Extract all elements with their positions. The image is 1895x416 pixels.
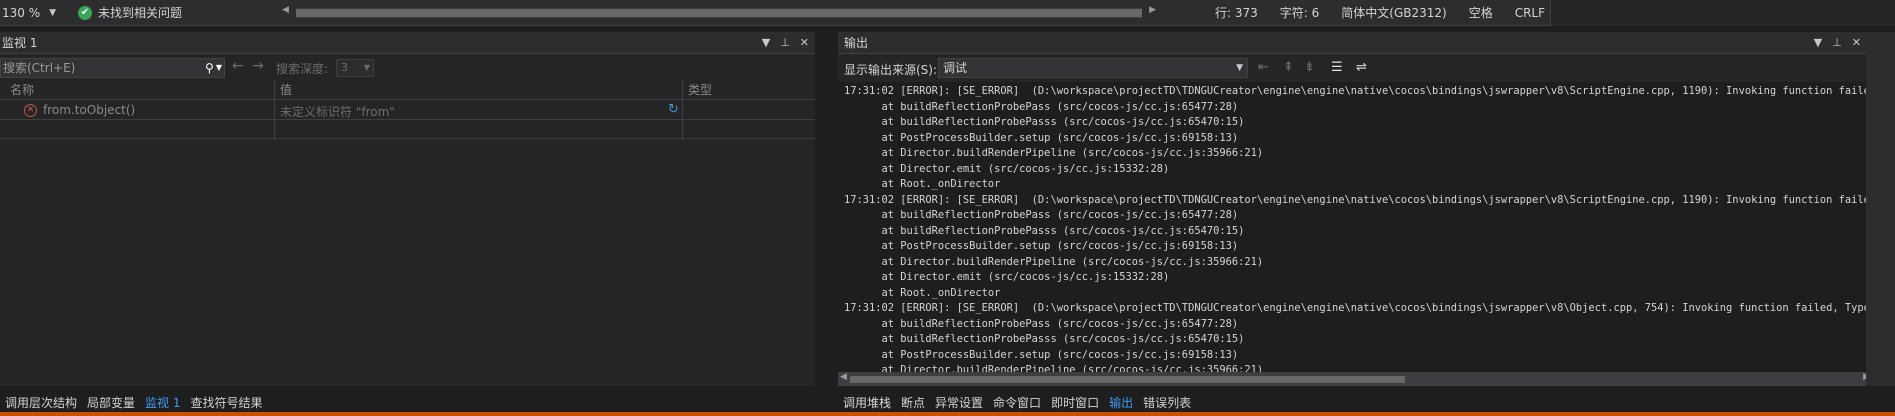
goto-next-message-icon[interactable]: ⇟	[1304, 60, 1315, 75]
chevron-down-icon[interactable]: ▼	[216, 59, 222, 77]
cursor-status: 行: 373 字符: 6 简体中文(GB2312) 空格 CRLF	[1215, 3, 1545, 23]
search-depth-value: 3	[341, 61, 348, 74]
search-depth-label: 搜索深度:	[276, 62, 329, 76]
tab-error-list[interactable]: 错误列表	[1138, 393, 1196, 413]
column-header-type[interactable]: 类型	[688, 80, 712, 100]
pin-icon[interactable]: ⊥	[780, 32, 790, 54]
output-source-value: 调试	[943, 61, 968, 75]
output-line: at buildReflectionProbePasss (src/cocos-…	[844, 224, 1245, 237]
grid-header: 名称 值 类型	[0, 80, 815, 100]
output-line: 17:31:02 [ERROR]: [SE_ERROR] (D:\workspa…	[844, 302, 1872, 314]
close-icon[interactable]: ✕	[800, 32, 809, 54]
editor-horizontal-scrollbar[interactable]: ◀ ▶	[282, 5, 1156, 18]
output-line: at Director.emit (src/cocos-js/cc.js:153…	[844, 271, 1170, 283]
output-line: at Director.buildRenderPipeline (src/coc…	[844, 364, 1264, 372]
output-line: 17:31:02 [ERROR]: [SE_ERROR] (D:\workspa…	[844, 85, 1872, 97]
output-line: 17:31:02 [ERROR]: [SE_ERROR] (D:\workspa…	[844, 193, 1872, 206]
panel-menu-icon[interactable]: ▼	[1814, 32, 1822, 54]
scroll-left-icon[interactable]: ◀	[282, 5, 289, 15]
output-line: at Director.buildRenderPipeline (src/coc…	[844, 255, 1264, 268]
tab-output[interactable]: 输出	[1104, 393, 1139, 413]
output-line: at buildReflectionProbePass (src/cocos-j…	[844, 209, 1239, 221]
output-line: at buildReflectionProbePasss (src/cocos-…	[844, 333, 1245, 345]
watch-row-empty[interactable]	[0, 120, 815, 139]
goto-previous-icon[interactable]: ⇤	[1258, 60, 1269, 75]
whitespace-mode[interactable]: 空格	[1469, 3, 1493, 23]
output-line: at PostProcessBuilder.setup (src/cocos-j…	[844, 240, 1239, 252]
tab-call-stack[interactable]: 调用堆栈	[838, 393, 896, 413]
scroll-right-icon[interactable]: ▶	[1149, 5, 1156, 15]
output-line: at PostProcessBuilder.setup (src/cocos-j…	[844, 131, 1239, 144]
close-icon[interactable]: ✕	[1852, 32, 1861, 54]
watch-toolbar: 搜索(Ctrl+E) ⚲ ▼ ← → 搜索深度: 3 ▼	[0, 56, 815, 80]
refresh-icon[interactable]: ↻	[668, 102, 679, 117]
watch-expression[interactable]: from.toObject()	[43, 103, 135, 117]
watch-grid: 名称 值 类型 ✕ from.toObject() 未定义标识符 "from" …	[0, 80, 815, 140]
right-panel-stub	[1550, 0, 1895, 26]
ide-status-bar	[0, 412, 1895, 416]
search-icon[interactable]: ⚲	[205, 59, 214, 77]
column-header-value[interactable]: 值	[280, 80, 292, 100]
watch-row[interactable]: ✕ from.toObject() 未定义标识符 "from" ↻	[0, 101, 815, 120]
search-input[interactable]: 搜索(Ctrl+E) ⚲ ▼	[0, 58, 225, 78]
tab-watch-1[interactable]: 监视 1	[140, 393, 186, 413]
output-panel-title-bar: 输出 ▼ ⊥ ✕	[838, 32, 1895, 54]
output-toolbar: 显示输出来源(S): 调试 ▼ ⇤ ⇞ ⇟ ☰ ⇌	[838, 56, 1895, 80]
output-source-label: 显示输出来源(S):	[844, 63, 938, 77]
char-number[interactable]: 字符: 6	[1280, 3, 1320, 23]
scroll-left-icon[interactable]: ◀	[840, 372, 847, 382]
line-number[interactable]: 行: 373	[1215, 3, 1258, 23]
output-tab-bar: 调用堆栈 断点 异常设置 命令窗口 即时窗口 输出 错误列表	[838, 392, 1196, 414]
right-gutter	[1866, 32, 1895, 386]
tab-command-window[interactable]: 命令窗口	[988, 393, 1046, 413]
output-line: at buildReflectionProbePass (src/cocos-j…	[844, 317, 1239, 330]
zoom-value: 130 %	[2, 6, 41, 20]
arrow-left-icon[interactable]: ←	[232, 58, 244, 74]
watch-panel-title-bar: 监视 1 ▼ ⊥ ✕	[0, 32, 815, 54]
zoom-dropdown[interactable]: 130 % ▼	[0, 3, 60, 23]
tab-locals[interactable]: 局部变量	[82, 393, 140, 413]
output-line: at PostProcessBuilder.setup (src/cocos-j…	[844, 348, 1239, 361]
tab-exception-settings[interactable]: 异常设置	[930, 393, 988, 413]
tab-immediate-window[interactable]: 即时窗口	[1046, 393, 1104, 413]
line-ending[interactable]: CRLF	[1515, 3, 1545, 23]
editor-status-strip: 130 % ▼ ✔ 未找到相关问题 ◀ ▶ 行: 373 字符: 6 简体中文(…	[0, 0, 1895, 26]
issues-indicator[interactable]: ✔ 未找到相关问题	[78, 3, 182, 23]
goto-prev-message-icon[interactable]: ⇞	[1283, 60, 1294, 75]
watch-tab-bar: 调用层次结构 局部变量 监视 1 查找符号结果	[0, 392, 268, 414]
chevron-down-icon: ▼	[1236, 63, 1243, 73]
word-wrap-icon[interactable]: ⇌	[1356, 60, 1367, 75]
clear-all-icon[interactable]: ☰	[1331, 60, 1343, 75]
watch-value: 未定义标识符 "from"	[280, 105, 395, 119]
search-depth-dropdown[interactable]: 3 ▼	[336, 59, 374, 77]
panel-title: 输出	[844, 36, 869, 50]
scrollbar-thumb[interactable]	[296, 9, 1142, 17]
search-placeholder: 搜索(Ctrl+E)	[3, 61, 76, 75]
output-line: at Root._onDirector	[844, 178, 1001, 190]
output-line: at buildReflectionProbePass (src/cocos-j…	[844, 100, 1239, 113]
output-line: at Director.buildRenderPipeline (src/coc…	[844, 147, 1264, 159]
arrow-right-icon[interactable]: →	[252, 58, 264, 74]
output-panel: 输出 ▼ ⊥ ✕ 显示输出来源(S): 调试 ▼ ⇤ ⇞ ⇟ ☰ ⇌ 17:31…	[838, 32, 1895, 386]
output-line: at Director.emit (src/cocos-js/cc.js:153…	[844, 162, 1170, 175]
panel-menu-icon[interactable]: ▼	[762, 32, 770, 54]
error-icon: ✕	[24, 104, 37, 117]
tab-find-symbol-results[interactable]: 查找符号结果	[185, 393, 267, 413]
tab-breakpoints[interactable]: 断点	[896, 393, 930, 413]
panel-title: 监视 1	[2, 36, 38, 50]
output-text-area[interactable]: 17:31:02 [ERROR]: [SE_ERROR] (D:\workspa…	[838, 82, 1872, 372]
column-header-name[interactable]: 名称	[10, 80, 34, 100]
output-line: at Root._onDirector	[844, 286, 1001, 299]
tab-call-hierarchy[interactable]: 调用层次结构	[0, 393, 82, 413]
check-circle-icon: ✔	[78, 6, 92, 20]
output-line: at buildReflectionProbePasss (src/cocos-…	[844, 116, 1245, 128]
output-source-dropdown[interactable]: 调试 ▼	[938, 58, 1248, 78]
output-horizontal-scrollbar[interactable]: ◀ ▶	[838, 372, 1874, 386]
issues-text: 未找到相关问题	[98, 6, 183, 20]
encoding[interactable]: 简体中文(GB2312)	[1341, 3, 1446, 23]
pin-icon[interactable]: ⊥	[1832, 32, 1842, 54]
chevron-down-icon: ▼	[49, 8, 56, 18]
scrollbar-thumb[interactable]	[850, 376, 1405, 383]
chevron-down-icon: ▼	[363, 63, 370, 72]
